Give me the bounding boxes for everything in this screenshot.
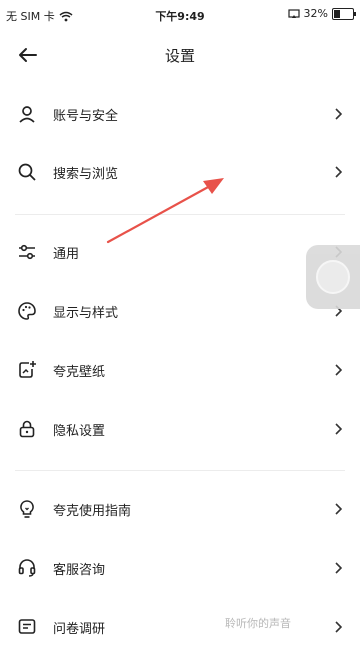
battery-level-fill bbox=[334, 9, 340, 18]
menu-item-label: 隐私设置 bbox=[53, 423, 106, 439]
floating-ball-circle bbox=[316, 260, 350, 294]
red-arrow-annotation bbox=[106, 178, 224, 244]
menu-item-label: 问卷调研 bbox=[53, 621, 106, 637]
menu-item-label: 账号与安全 bbox=[53, 108, 119, 124]
search-icon bbox=[15, 160, 39, 184]
menu-item-label: 夸克使用指南 bbox=[53, 503, 132, 519]
screen-mirror-icon bbox=[287, 8, 300, 18]
floating-assistive-button[interactable] bbox=[306, 245, 360, 309]
battery-percent: 32% bbox=[303, 7, 328, 20]
menu-item-quark-guide[interactable]: 夸克使用指南 bbox=[0, 481, 360, 537]
sliders-icon bbox=[15, 240, 39, 264]
menu-item-privacy-settings[interactable]: 隐私设置 bbox=[0, 401, 360, 457]
chevron-right-icon bbox=[332, 422, 344, 436]
menu-item-label: 通用 bbox=[53, 246, 80, 262]
chevron-right-icon bbox=[332, 502, 344, 516]
section-divider bbox=[15, 470, 345, 471]
user-icon bbox=[15, 102, 39, 126]
chevron-right-icon bbox=[332, 561, 344, 575]
menu-item-customer-service[interactable]: 客服咨询 bbox=[0, 540, 360, 596]
wallpaper-icon bbox=[15, 358, 39, 382]
menu-item-quark-wallpaper[interactable]: 夸克壁纸 bbox=[0, 342, 360, 398]
lock-icon bbox=[15, 417, 39, 441]
status-bar: 无 SIM 卡 下午9:49 32% bbox=[0, 0, 360, 30]
menu-item-label: 显示与样式 bbox=[53, 305, 119, 321]
palette-icon bbox=[15, 299, 39, 323]
watermark-text: 聆听你的声音 bbox=[225, 617, 291, 630]
menu-item-survey[interactable]: 问卷调研 bbox=[0, 599, 360, 655]
page-title: 设置 bbox=[164, 47, 195, 65]
status-right-group: 32% bbox=[287, 7, 356, 20]
survey-icon bbox=[15, 615, 39, 639]
chevron-right-icon bbox=[332, 165, 344, 179]
chevron-right-icon bbox=[332, 363, 344, 377]
chevron-right-icon bbox=[332, 107, 344, 121]
header: 设置 bbox=[0, 30, 360, 80]
battery-icon bbox=[332, 7, 356, 20]
headset-icon bbox=[15, 556, 39, 580]
menu-item-label: 夸克壁纸 bbox=[53, 364, 106, 380]
lightbulb-icon bbox=[15, 497, 39, 521]
menu-item-account-security[interactable]: 账号与安全 bbox=[0, 86, 360, 142]
menu-item-label: 客服咨询 bbox=[53, 562, 106, 578]
